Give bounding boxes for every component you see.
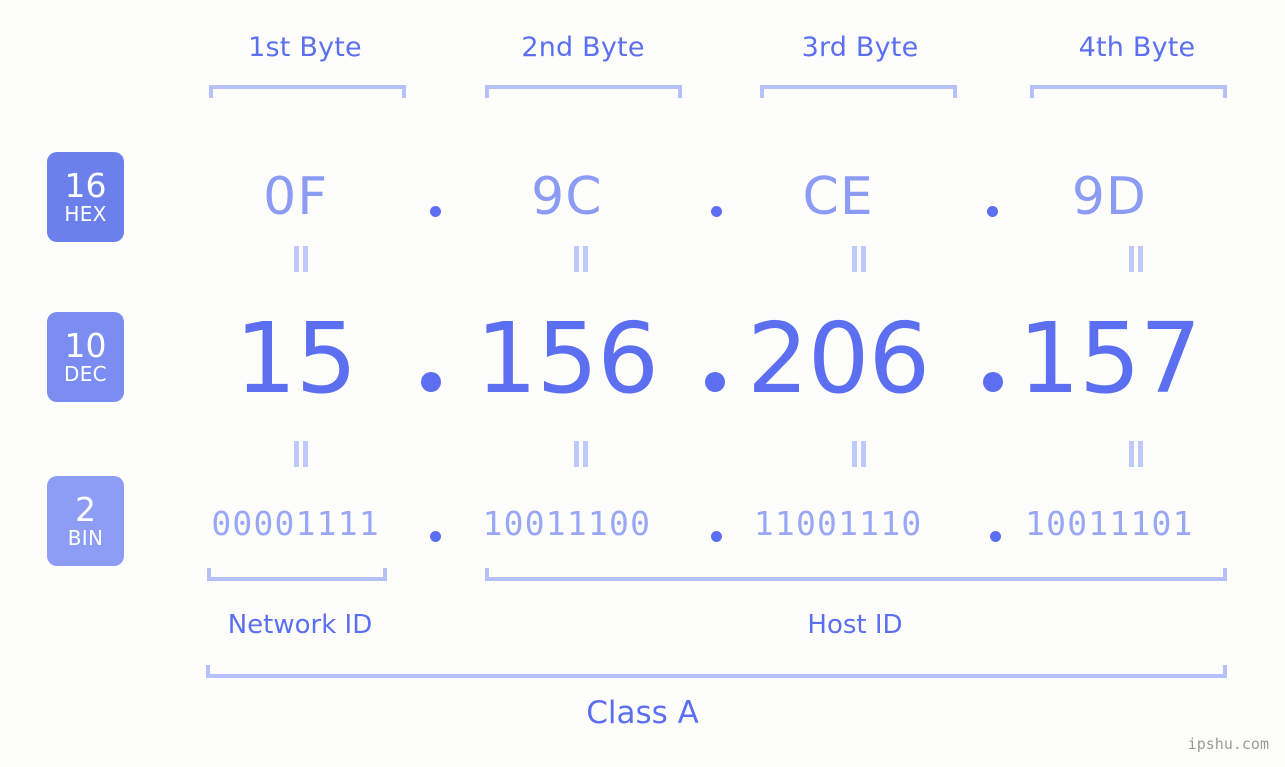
byte-header-1: 1st Byte xyxy=(248,32,362,63)
byte-header-2: 2nd Byte xyxy=(521,32,645,63)
decimal-value-row: 15 156 206 157 xyxy=(160,296,1245,420)
radix-badge-dec-name: DEC xyxy=(64,361,107,386)
binary-separator-dot-2 xyxy=(711,531,722,542)
hex-byte-1: 0F xyxy=(263,167,329,227)
hex-byte-3: CE xyxy=(802,167,874,227)
byte-bracket-2 xyxy=(485,85,682,98)
hex-separator-dot-2 xyxy=(711,206,722,217)
binary-byte-4: 10011101 xyxy=(1025,503,1194,543)
network-id-bracket xyxy=(207,568,387,581)
binary-separator-dot-1 xyxy=(430,531,441,542)
binary-byte-2: 10011100 xyxy=(482,503,652,543)
radix-badge-hex: 16 HEX xyxy=(47,152,124,242)
decimal-byte-2: 156 xyxy=(475,301,659,415)
equals-icon-dec-bin-3 xyxy=(850,441,868,467)
equals-icon-hex-dec-4 xyxy=(1127,246,1145,272)
hex-value-row: 0F 9C CE 9D xyxy=(160,150,1245,244)
equals-icon-dec-bin-1 xyxy=(292,441,310,467)
byte-header-3: 3rd Byte xyxy=(801,32,919,63)
byte-bracket-4 xyxy=(1030,85,1227,98)
host-id-label: Host ID xyxy=(807,610,903,640)
decimal-byte-4: 157 xyxy=(1018,301,1201,415)
radix-badge-bin-name: BIN xyxy=(67,525,104,550)
decimal-separator-dot-2 xyxy=(705,372,725,392)
binary-byte-1: 00001111 xyxy=(211,503,380,543)
equals-icon-dec-bin-4 xyxy=(1127,441,1145,467)
decimal-byte-1: 15 xyxy=(234,301,357,415)
binary-byte-3: 11001110 xyxy=(753,503,923,543)
radix-badge-bin: 2 BIN xyxy=(47,476,124,566)
network-id-label: Network ID xyxy=(227,610,373,640)
decimal-byte-3: 206 xyxy=(747,301,930,415)
equals-icon-hex-dec-3 xyxy=(850,246,868,272)
byte-header-4: 4th Byte xyxy=(1078,32,1196,63)
class-bracket xyxy=(206,665,1227,678)
hex-byte-4: 9D xyxy=(1071,167,1147,227)
byte-bracket-3 xyxy=(760,85,957,98)
hex-byte-2: 9C xyxy=(531,167,603,227)
radix-badge-hex-number: 16 xyxy=(64,165,107,205)
binary-value-row: 00001111 10011100 11001110 10011101 xyxy=(160,492,1245,554)
hex-separator-dot-1 xyxy=(430,206,441,217)
site-watermark: ipshu.com xyxy=(1187,735,1269,753)
host-id-bracket xyxy=(485,568,1227,581)
hex-separator-dot-3 xyxy=(987,206,998,217)
class-label: Class A xyxy=(586,695,699,731)
radix-badge-dec: 10 DEC xyxy=(47,312,124,402)
byte-bracket-1 xyxy=(209,85,406,98)
decimal-separator-dot-3 xyxy=(983,372,1003,392)
equals-icon-dec-bin-2 xyxy=(572,441,590,467)
decimal-separator-dot-1 xyxy=(421,372,441,392)
equals-icon-hex-dec-2 xyxy=(572,246,590,272)
radix-badge-dec-number: 10 xyxy=(64,325,107,365)
ip-byte-breakdown-diagram: 1st Byte 2nd Byte 3rd Byte 4th Byte 16 H… xyxy=(0,0,1285,767)
radix-badge-bin-number: 2 xyxy=(75,489,96,529)
binary-separator-dot-3 xyxy=(990,531,1001,542)
equals-icon-hex-dec-1 xyxy=(292,246,310,272)
radix-badge-hex-name: HEX xyxy=(64,201,107,226)
